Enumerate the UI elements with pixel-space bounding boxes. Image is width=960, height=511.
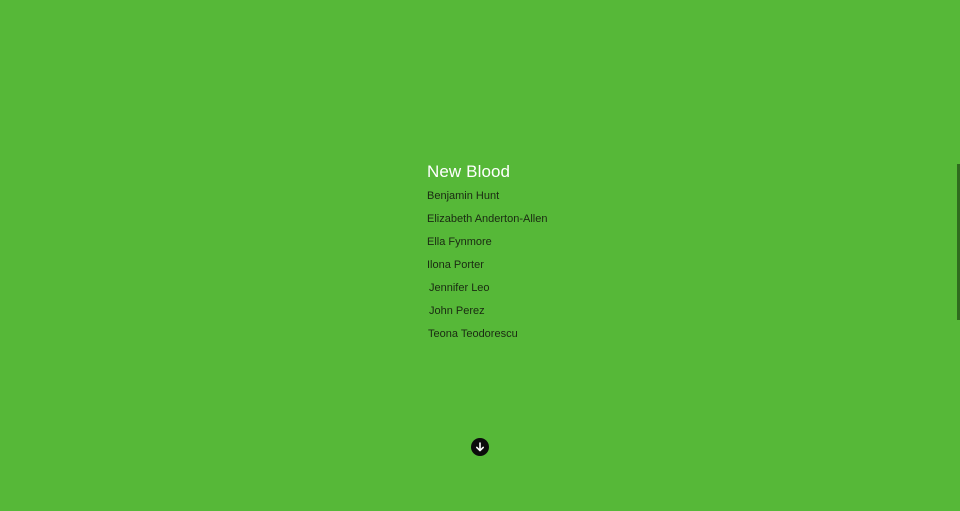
scroll-down-button[interactable] bbox=[471, 438, 489, 456]
list-item: Jennifer Leo bbox=[429, 282, 490, 294]
new-blood-section: New Blood Benjamin Hunt Elizabeth Andert… bbox=[427, 160, 547, 346]
list-item: Teona Teodorescu bbox=[428, 328, 518, 340]
list-item: Ilona Porter bbox=[427, 259, 484, 271]
arrow-down-icon bbox=[476, 442, 484, 452]
section-title: New Blood bbox=[427, 162, 511, 181]
list-item: Benjamin Hunt bbox=[427, 190, 500, 202]
names-list: Benjamin Hunt Elizabeth Anderton-Allen E… bbox=[427, 185, 547, 346]
list-item: John Perez bbox=[429, 305, 485, 317]
list-item: Elizabeth Anderton-Allen bbox=[427, 213, 548, 225]
list-item: Ella Fynmore bbox=[427, 236, 492, 248]
